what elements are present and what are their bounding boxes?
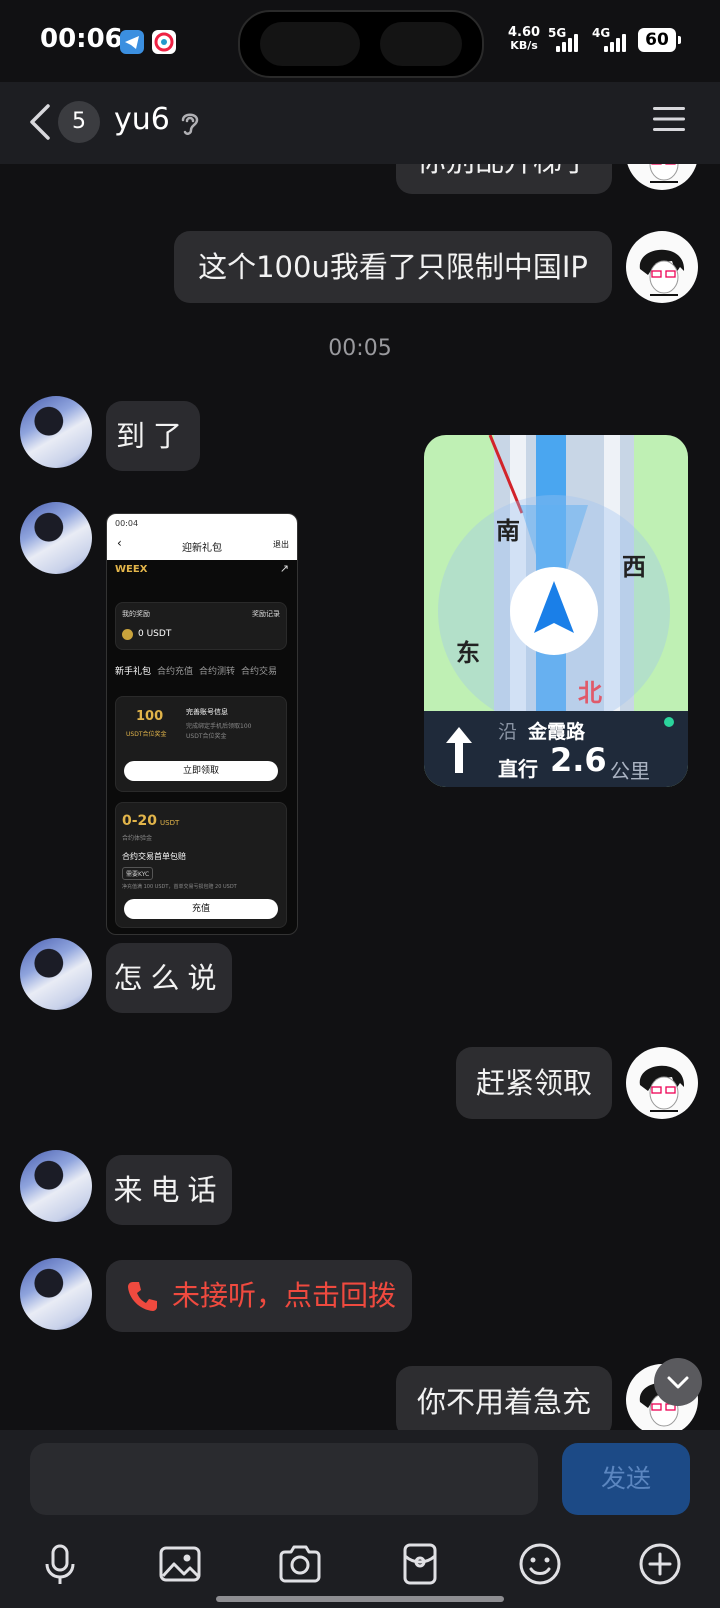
screenshot-card1-desc1: 完成绑定手机后领取100 <box>186 723 252 730</box>
contact-avatar[interactable] <box>20 396 92 468</box>
menu-icon[interactable] <box>652 104 686 134</box>
compass-north-label: 北 <box>578 679 602 707</box>
contact-avatar[interactable] <box>20 1150 92 1222</box>
screenshot-card2-tag: 需要KYC <box>122 867 154 880</box>
message-bubble-received[interactable]: 来电话 <box>106 1155 232 1225</box>
screenshot-card1-amount: 100 <box>136 709 164 724</box>
message-list[interactable]: 你别乱升梯了 这个100u我看了只限制中国IP 00:05 到了 南 西 东 北 <box>0 164 720 1430</box>
screenshot-card1-title: 完善账号信息 <box>186 708 228 716</box>
distance-value: 2.6 <box>550 741 607 779</box>
message-bubble-received[interactable]: 到了 <box>106 401 200 471</box>
my-avatar[interactable] <box>626 231 698 303</box>
back-icon[interactable] <box>26 100 54 144</box>
emoji-icon[interactable] <box>516 1540 564 1588</box>
battery-indicator: 60 <box>638 28 681 52</box>
screenshot-title: 迎新礼包 <box>182 543 222 554</box>
screenshot-claim-button: 立即领取 <box>124 761 278 781</box>
message-bubble-sent[interactable]: 赶紧领取 <box>456 1047 612 1119</box>
signal-5g-icon <box>556 30 578 52</box>
message-bubble-sent[interactable]: 这个100u我看了只限制中国IP <box>174 231 612 303</box>
image-message[interactable]: 00:04 ‹ 迎新礼包 退出 WEEX ↗ 我的奖励 奖励记录 0 USDT … <box>106 513 298 935</box>
screenshot-tab-2: 合约测转 <box>199 667 236 677</box>
telegram-icon <box>120 30 144 54</box>
home-indicator[interactable] <box>216 1596 504 1602</box>
chat-title[interactable]: yu6 <box>114 102 170 137</box>
message-text: 赶紧领取 <box>475 1066 592 1100</box>
straight-arrow-icon <box>446 727 472 773</box>
unread-count-badge[interactable]: 5 <box>58 101 100 143</box>
navigation-card[interactable]: 南 西 东 北 沿 金霞路 直行 2.6 公里 <box>424 435 688 787</box>
distance-unit: 公里 <box>610 759 650 783</box>
earpiece-mode-icon[interactable] <box>178 108 202 138</box>
message-text: 这个100u我看了只限制中国IP <box>198 250 588 284</box>
screenshot-card1-desc2: USDT合位奖金 <box>186 733 227 740</box>
send-button[interactable]: 发送 <box>562 1443 690 1515</box>
camera-icon[interactable] <box>276 1540 324 1588</box>
message-bubble-sent[interactable]: 你不用着急充 <box>396 1366 612 1430</box>
scroll-to-bottom-button[interactable] <box>654 1358 702 1406</box>
signal-4g-icon <box>604 30 626 52</box>
message-text: 到了 <box>115 419 190 453</box>
screenshot-brand: WEEX <box>115 564 148 575</box>
plus-icon[interactable] <box>636 1540 684 1588</box>
phone-icon <box>128 1282 157 1311</box>
screenshot-card2-small: 合约体验金 <box>122 835 153 842</box>
screenshot-my-reward: 我的奖励 <box>122 610 150 618</box>
screenshot-coin-icon <box>122 629 133 640</box>
screenshot-newbie-card: 100 USDT合位奖金 完善账号信息 完成绑定手机后领取100 USDT合位奖… <box>115 696 287 792</box>
screenshot-balance: 0 USDT <box>138 629 172 639</box>
compass-south-label: 南 <box>496 517 520 545</box>
screenshot-card2-title: 合约交易首单包赔 <box>122 852 186 861</box>
road-prefix: 沿 <box>498 721 518 743</box>
camera-island <box>238 10 484 78</box>
chat-header <box>0 82 720 164</box>
chevron-down-icon <box>667 1376 689 1389</box>
message-text: 怎么说 <box>113 961 225 995</box>
message-bubble-sent[interactable]: 你别乱升梯了 <box>396 164 612 194</box>
screenshot-tab-1: 合约充值 <box>157 667 194 677</box>
network-speed-value: 4.60 <box>508 25 541 40</box>
screenshot-card2-amount: 0-20 <box>122 813 158 829</box>
missed-call-bubble[interactable]: 未接听，点击回拨 <box>106 1260 412 1332</box>
status-time: 00:06 <box>40 24 123 54</box>
navigation-instruction-panel: 沿 金霞路 直行 2.6 公里 <box>424 711 688 787</box>
screenshot-reward-record: 奖励记录 <box>252 610 280 618</box>
contact-avatar[interactable] <box>20 502 92 574</box>
screenshot-card2-desc: 净充值满 100 USDT，首单交易亏损包赔 20 USDT <box>122 884 237 890</box>
message-text: 你不用着急充 <box>416 1385 591 1419</box>
message-timestamp: 00:05 <box>328 336 392 361</box>
compass-east-label: 东 <box>456 639 480 667</box>
message-text: 来电话 <box>113 1173 225 1207</box>
screenshot-tab-0: 新手礼包 <box>115 667 152 677</box>
red-packet-icon[interactable] <box>396 1540 444 1588</box>
network-speed: 4.60 KB/s <box>508 26 540 52</box>
direction-label: 直行 <box>498 757 538 781</box>
screenshot-exit: 退出 <box>273 540 289 549</box>
contact-avatar[interactable] <box>20 1258 92 1330</box>
image-icon[interactable] <box>156 1540 204 1588</box>
screenshot-reward-card: 我的奖励 奖励记录 0 USDT <box>115 602 287 650</box>
screenshot-contract-card: 0-20 USDT 合约体验金 合约交易首单包赔 需要KYC 净充值满 100 … <box>115 802 287 928</box>
screenshot-tab-3: 合约交易 <box>241 667 278 677</box>
missed-call-text: 未接听，点击回拨 <box>172 1279 397 1312</box>
screenshot-share-icon: ↗ <box>279 562 289 575</box>
screenshot-card1-unit: USDT合位奖金 <box>126 731 167 738</box>
app-notification-icon <box>152 30 176 54</box>
compass-west-label: 西 <box>622 553 646 581</box>
my-avatar[interactable] <box>626 1047 698 1119</box>
road-name: 金霞路 <box>528 721 586 743</box>
my-avatar[interactable] <box>626 164 698 190</box>
contact-avatar[interactable] <box>20 938 92 1010</box>
screenshot-header: 00:04 ‹ 迎新礼包 退出 <box>107 514 297 560</box>
network-speed-unit: KB/s <box>510 39 538 52</box>
microphone-icon[interactable] <box>36 1540 84 1588</box>
message-text: 你别乱升梯了 <box>417 164 591 178</box>
gps-status-dot <box>664 717 674 727</box>
screenshot-card2-unit: USDT <box>160 819 180 827</box>
message-input[interactable] <box>30 1443 538 1515</box>
screenshot-status-time: 00:04 <box>115 519 139 528</box>
message-bubble-received[interactable]: 怎么说 <box>106 943 232 1013</box>
screenshot-recharge-button: 充值 <box>124 899 278 919</box>
